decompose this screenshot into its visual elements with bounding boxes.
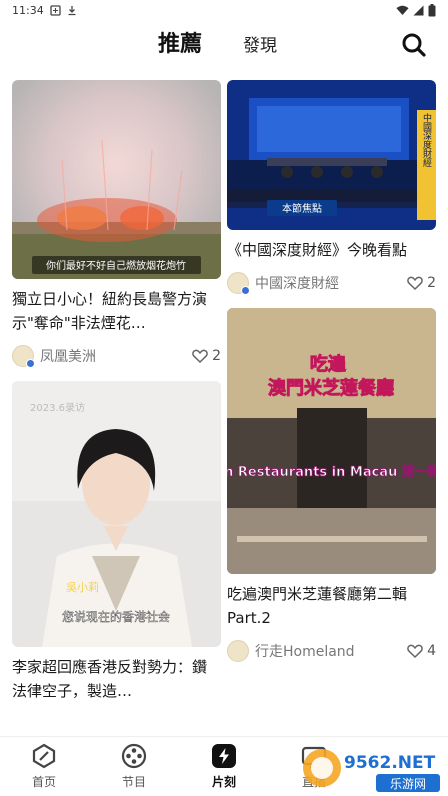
- feed-column-right: 中國深度財經 本節焦點 《中國深度財經》今晚看點 中國深度財經 2 吃遍 澳門米…: [227, 80, 436, 664]
- card-title[interactable]: 李家超回應香港反對勢力：鑽法律空子，製造…: [12, 655, 221, 703]
- thumbnail-label: 本節焦點: [282, 202, 322, 215]
- nav-label: 首页: [31, 775, 56, 789]
- like-button[interactable]: 2: [192, 348, 221, 364]
- like-button[interactable]: 2: [407, 275, 436, 291]
- forum-image: 中國深度財經 本節焦點: [227, 80, 436, 230]
- thumbnail-caption: 你们最好不好自己燃放烟花炮竹: [46, 259, 186, 272]
- nav-programs[interactable]: 节目: [102, 743, 166, 790]
- tab-recommended[interactable]: 推薦: [158, 26, 202, 58]
- home-icon: [32, 743, 56, 769]
- feed: 你们最好不好自己燃放烟花炮竹 獨立日小心！紐約長島警方演示"奪命"非法煙花… 凤…: [0, 68, 448, 736]
- card-title[interactable]: 吃遍澳門米芝蓮餐廳第二輯 Part.2: [227, 582, 436, 630]
- site-watermark-logo: 9562.NET 乐游网: [303, 749, 440, 792]
- like-count: 2: [212, 348, 221, 364]
- watermark-subtext: 乐游网: [390, 777, 426, 791]
- card-title[interactable]: 獨立日小心！紐約長島警方演示"奪命"非法煙花…: [12, 287, 221, 335]
- thumbnail-title-zh-line: 澳門米芝蓮餐廳: [268, 377, 394, 399]
- avatar: [227, 640, 249, 662]
- thumbnail-name-tag: 吳小莉: [66, 581, 99, 594]
- avatar: [12, 345, 35, 368]
- feed-card[interactable]: 2023.6录访 吳小莉 您说现在的香港社会 李家超回應香港反對勢力：鑽法律空子…: [12, 381, 221, 703]
- feed-card[interactable]: 中國深度財經 本節焦點 《中國深度財經》今晚看點 中國深度財經 2: [227, 80, 436, 296]
- verified-badge-icon: [26, 359, 35, 368]
- card-thumbnail[interactable]: 中國深度財經 本節焦點: [227, 80, 436, 230]
- heart-icon: [407, 644, 423, 658]
- nav-label: 片刻: [211, 775, 236, 789]
- card-author[interactable]: 行走Homeland: [227, 640, 355, 662]
- card-meta: 凤凰美洲 2: [12, 343, 221, 369]
- thumbnail-title-en: Michelin Restaurants in Macau 第一輯 Part.2: [227, 464, 436, 480]
- thumbnail-title-zh-line: 吃遍: [310, 353, 347, 375]
- author-name: 中國深度財經: [255, 276, 339, 292]
- thumbnail-side-text: 中國深度財經: [421, 112, 432, 168]
- nav-moments[interactable]: 片刻: [192, 743, 256, 790]
- search-icon[interactable]: [401, 32, 427, 58]
- fireworks-image: 你们最好不好自己燃放烟花炮竹: [12, 80, 221, 279]
- tab-discover[interactable]: 發現: [243, 31, 277, 56]
- lightning-icon: [212, 744, 236, 768]
- interview-image: 2023.6录访 吳小莉 您说现在的香港社会: [12, 381, 221, 647]
- card-author[interactable]: 凤凰美洲: [12, 345, 96, 368]
- card-meta: 中國深度財經 2: [227, 270, 436, 296]
- card-author[interactable]: 中國深度財經: [227, 272, 339, 295]
- download-icon: [68, 5, 76, 15]
- author-name: 凤凰美洲: [40, 349, 96, 365]
- battery-icon: [428, 3, 436, 16]
- thumbnail-caption: 您说现在的香港社会: [62, 609, 170, 624]
- status-bar: 11:34: [0, 0, 448, 20]
- card-title[interactable]: 《中國深度財經》今晚看點: [227, 238, 436, 262]
- feed-column-left: 你们最好不好自己燃放烟花炮竹 獨立日小心！紐約長島警方演示"奪命"非法煙花… 凤…: [12, 80, 221, 703]
- card-thumbnail[interactable]: 你们最好不好自己燃放烟花炮竹: [12, 80, 221, 279]
- like-count: 4: [427, 643, 436, 659]
- card-meta: 行走Homeland 4: [227, 638, 436, 664]
- verified-badge-icon: [241, 286, 250, 295]
- film-reel-icon: [121, 743, 147, 769]
- avatar: [227, 272, 250, 295]
- author-name: 行走Homeland: [255, 644, 355, 660]
- signal-icon: [413, 5, 424, 15]
- like-count: 2: [427, 275, 436, 291]
- nav-home[interactable]: 首页: [12, 743, 76, 790]
- top-tab-bar: 推薦 發現: [0, 20, 448, 68]
- status-time: 11:34: [12, 3, 44, 17]
- like-button[interactable]: 4: [407, 643, 436, 659]
- restaurant-image: 吃遍 澳門米芝蓮餐廳 Michelin Restaurants in Macau…: [227, 308, 436, 574]
- wifi-icon: [396, 5, 409, 15]
- heart-icon: [407, 276, 423, 290]
- notification-icon: [50, 4, 61, 16]
- nav-label: 节目: [121, 775, 146, 789]
- feed-card[interactable]: 吃遍 澳門米芝蓮餐廳 Michelin Restaurants in Macau…: [227, 308, 436, 664]
- card-thumbnail[interactable]: 吃遍 澳門米芝蓮餐廳 Michelin Restaurants in Macau…: [227, 308, 436, 574]
- card-thumbnail[interactable]: 2023.6录访 吳小莉 您说现在的香港社会: [12, 381, 221, 647]
- feed-card[interactable]: 你们最好不好自己燃放烟花炮竹 獨立日小心！紐約長島警方演示"奪命"非法煙花… 凤…: [12, 80, 221, 369]
- thumbnail-date: 2023.6录访: [30, 402, 85, 414]
- heart-icon: [192, 349, 208, 363]
- watermark-text: 9562.NET: [344, 753, 436, 773]
